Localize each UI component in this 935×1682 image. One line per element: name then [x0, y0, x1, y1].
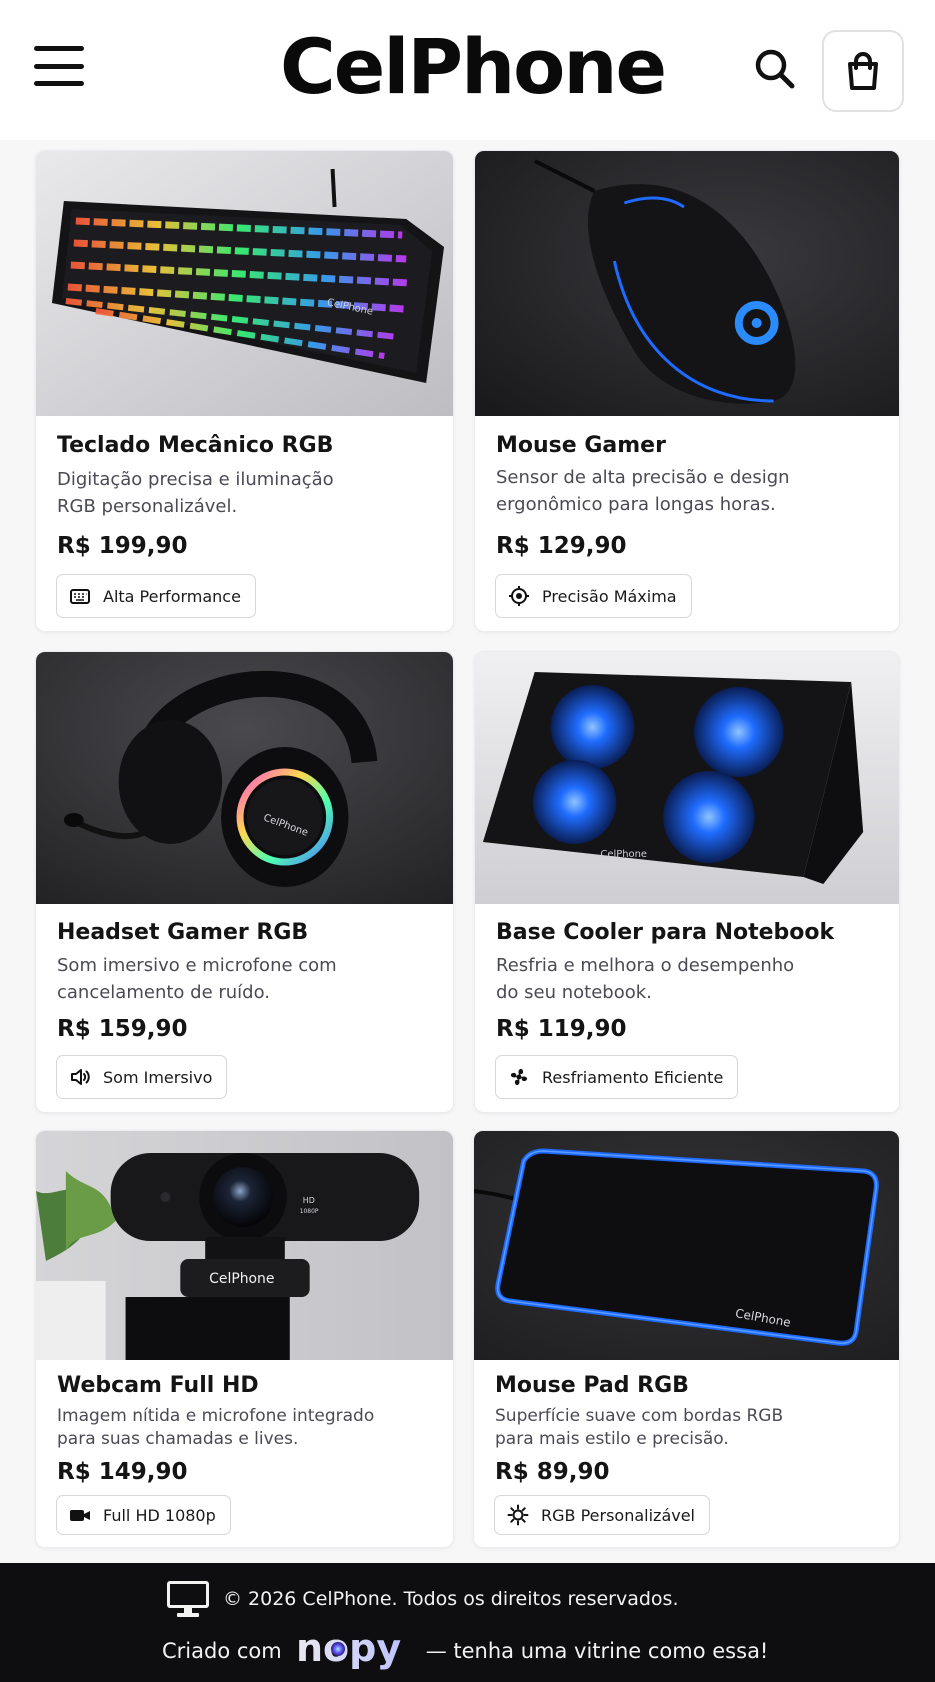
- webcam-brand-text: CelPhone: [209, 1271, 274, 1287]
- description-line: Superfície suave com bordas RGB: [495, 1406, 784, 1426]
- product-title[interactable]: Mouse Pad RGB: [495, 1373, 689, 1398]
- product-card[interactable]: CelPhone Mouse Pad RGB Superfície suave …: [473, 1130, 900, 1548]
- product-card[interactable]: CelPhone Teclado Mecânico RGB Digitação …: [35, 150, 454, 632]
- description-line: para mais estilo e precisão.: [495, 1429, 729, 1449]
- product-price: R$ 119,90: [496, 1016, 627, 1042]
- description-line: RGB personalizável.: [57, 496, 238, 517]
- product-description: Digitação precisa e iluminação RGB perso…: [57, 466, 357, 520]
- description-line: Digitação precisa e iluminação: [57, 469, 334, 490]
- product-image[interactable]: CelPhone: [474, 1131, 899, 1360]
- feature-badge: RGB Personalizável: [494, 1495, 710, 1535]
- description-line: ergonômico para longas horas.: [496, 494, 776, 515]
- product-price: R$ 199,90: [57, 533, 188, 559]
- product-price: R$ 159,90: [57, 1016, 188, 1042]
- product-title[interactable]: Base Cooler para Notebook: [496, 920, 834, 945]
- product-image[interactable]: CelPhone: [36, 151, 453, 416]
- cooler-brand-text: CelPhone: [600, 849, 647, 860]
- product-image[interactable]: CelPhone: [475, 652, 899, 904]
- feature-badge: Alta Performance: [56, 574, 256, 618]
- product-price: R$ 89,90: [495, 1459, 610, 1485]
- target-icon: [508, 585, 530, 607]
- product-card[interactable]: Mouse Gamer Sensor de alta precisão e de…: [474, 150, 900, 632]
- footer-credit-row: Criado com nopy — tenha uma vitrine como…: [162, 1627, 768, 1675]
- badge-label: Alta Performance: [103, 586, 241, 606]
- description-line: Imagem nítida e microfone integrado: [57, 1406, 375, 1426]
- nopy-logo[interactable]: nopy: [296, 1629, 414, 1673]
- hamburger-menu-icon[interactable]: [34, 46, 84, 86]
- footer: © 2026 CelPhone. Todos os direitos reser…: [0, 1563, 935, 1682]
- description-line: Sensor de alta precisão e design: [496, 467, 790, 488]
- nopy-logo-text: nopy: [296, 1629, 401, 1670]
- product-image[interactable]: [475, 151, 899, 416]
- badge-label: Full HD 1080p: [103, 1505, 216, 1525]
- fan-icon: [508, 1066, 530, 1088]
- feature-badge: Precisão Máxima: [495, 574, 692, 618]
- copyright-text: © 2026 CelPhone. Todos os direitos reser…: [223, 1588, 679, 1610]
- webcam-hd-text: HD: [303, 1196, 315, 1205]
- shopping-bag-icon: [848, 52, 878, 90]
- credit-suffix: — tenha uma vitrine como essa!: [425, 1639, 769, 1663]
- cart-button[interactable]: [822, 30, 904, 112]
- product-image[interactable]: HD 1080P CelPhone: [36, 1131, 453, 1360]
- product-price: R$ 129,90: [496, 533, 627, 559]
- product-description: Resfria e melhora o desempenho do seu no…: [496, 952, 796, 1006]
- product-description: Som imersivo e microfone com cancelament…: [57, 952, 357, 1006]
- product-description: Sensor de alta precisão e design ergonôm…: [496, 464, 796, 518]
- product-description: Superfície suave com bordas RGB para mai…: [495, 1405, 835, 1451]
- badge-label: RGB Personalizável: [541, 1505, 695, 1525]
- header: CelPhone: [0, 0, 935, 140]
- badge-label: Precisão Máxima: [542, 586, 677, 606]
- badge-label: Resfriamento Eficiente: [542, 1067, 724, 1087]
- description-line: para suas chamadas e lives.: [57, 1429, 299, 1449]
- description-line: Resfria e melhora o desempenho: [496, 955, 795, 976]
- keyboard-icon: [69, 585, 91, 607]
- speaker-icon: [69, 1066, 91, 1088]
- product-price: R$ 149,90: [57, 1459, 188, 1485]
- product-card[interactable]: CelPhone Base Cooler para Notebook Resfr…: [474, 651, 900, 1113]
- product-title[interactable]: Webcam Full HD: [57, 1373, 259, 1398]
- sun-icon: [507, 1504, 529, 1526]
- footer-copyright-row: © 2026 CelPhone. Todos os direitos reser…: [165, 1577, 679, 1621]
- brand-logo[interactable]: CelPhone: [280, 22, 667, 112]
- description-line: do seu notebook.: [496, 982, 652, 1003]
- video-camera-icon: [69, 1504, 91, 1526]
- monitor-icon: [167, 1581, 209, 1617]
- feature-badge: Full HD 1080p: [56, 1495, 231, 1535]
- badge-label: Som Imersivo: [103, 1067, 213, 1087]
- webcam-res-text: 1080P: [300, 1208, 319, 1215]
- product-title[interactable]: Teclado Mecânico RGB: [57, 433, 333, 458]
- search-icon[interactable]: [752, 46, 798, 92]
- feature-badge: Som Imersivo: [56, 1055, 228, 1099]
- product-card[interactable]: HD 1080P CelPhone Webcam Full HD Imagem …: [35, 1130, 454, 1548]
- product-card[interactable]: CelPhone Headset Gamer RGB Som imersivo …: [35, 651, 454, 1113]
- product-title[interactable]: Headset Gamer RGB: [57, 920, 308, 945]
- description-line: cancelamento de ruído.: [57, 982, 271, 1003]
- product-description: Imagem nítida e microfone integrado para…: [57, 1405, 397, 1451]
- feature-badge: Resfriamento Eficiente: [495, 1055, 739, 1099]
- credit-prefix: Criado com: [162, 1639, 282, 1663]
- description-line: Som imersivo e microfone com: [57, 955, 337, 976]
- product-title[interactable]: Mouse Gamer: [496, 433, 666, 458]
- product-image[interactable]: CelPhone: [36, 652, 453, 904]
